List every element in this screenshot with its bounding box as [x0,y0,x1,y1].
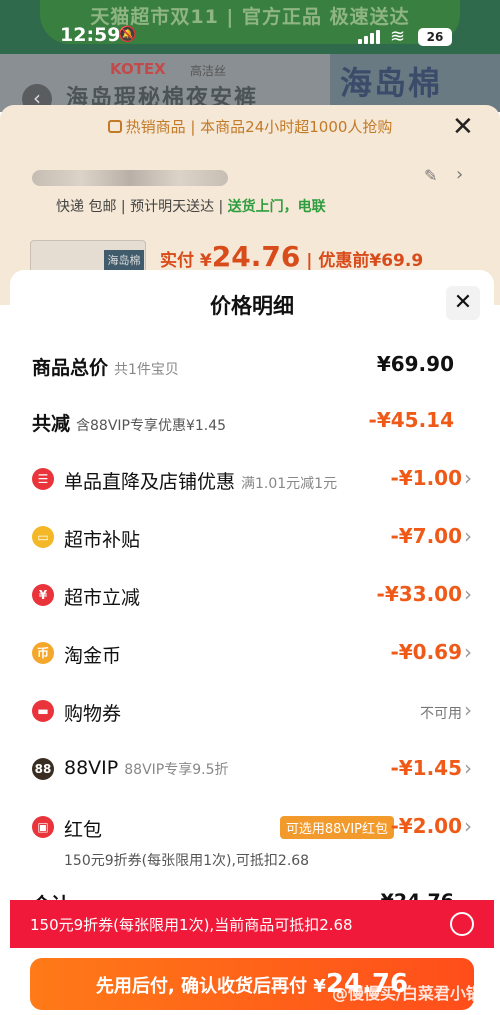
chevron-right-icon[interactable]: › [464,524,472,548]
taojinbi-icon: 币 [32,642,54,664]
direct-discount-icon: ☰ [32,468,54,490]
close-icon[interactable]: ✕ [446,286,480,320]
discount-label: 超市立减 [64,587,141,609]
brand-name: 高洁丝 [190,64,227,78]
total-price-label: 商品总价 共1件宝贝 [32,357,179,379]
thumbnail-label: 海岛棉 [104,250,144,272]
bag-icon [107,120,122,133]
close-icon[interactable]: ✕ [452,112,474,142]
hot-sale-banner: 热销商品 | 本商品24小时超1000人抢购 [0,116,500,144]
redpack-icon: ▣ [32,816,54,838]
chevron-right-icon[interactable]: › [464,756,472,780]
brand-logo: KOTEX [110,60,166,78]
pay-button-label: 先用后付, 确认收货后再付 ¥ [95,976,326,997]
total-reduce-label: 共减 含88VIP专享优惠¥1.45 [32,413,227,435]
discount-sub: 满1.01元减1元 [241,476,338,492]
chevron-right-icon[interactable]: › [464,640,472,664]
row-direct-discount[interactable]: ☰ 单品直降及店铺优惠 满1.01元减1元 -¥1.00 › [10,462,494,498]
total-price-amount: ¥69.90 [376,352,454,376]
discount-label: 淘金币 [64,645,122,667]
chevron-right-icon[interactable]: › [464,466,472,490]
discount-label: 单品直降及店铺优惠 满1.01元减1元 [64,471,338,493]
coupon-promo-bar[interactable]: 150元9折券(每张限用1次),当前商品可抵扣2.68 [10,900,494,948]
discount-amount: -¥1.45 [390,756,462,780]
chevron-right-icon[interactable]: › [464,582,472,606]
sheet-title: 价格明细 [210,294,294,318]
row-total-reduce: 共减 含88VIP专享优惠¥1.45 -¥45.14 [10,404,494,440]
coupon-radio[interactable] [450,912,474,936]
row-taojinbi[interactable]: 币淘金币 -¥0.69 › [10,636,494,672]
discount-label: 购物券 [64,703,122,725]
row-88vip[interactable]: 88 88VIP 88VIP专享9.5折 -¥1.45 › [10,752,494,788]
row-redpack[interactable]: ▣ 红包 可选用88VIP红包 -¥2.00 › [10,810,494,846]
redpack-note: 150元9折券(每张限用1次),可抵扣2.68 [64,853,310,869]
total-reduce-amount: -¥45.14 [368,408,454,432]
status-bar: 12:59 🔕 ≋ 26 [0,0,500,50]
edit-icon[interactable]: ✎ [424,166,437,185]
supermarket-reduce-icon: ¥ [32,584,54,606]
88vip-icon: 88 [32,758,54,780]
product-side-label: 海岛棉 [330,54,500,112]
vip-redpack-tag[interactable]: 可选用88VIP红包 [279,816,394,839]
discount-amount: 不可用 [420,706,462,722]
discount-amount: -¥7.00 [390,524,462,548]
discount-amount: -¥33.00 [376,582,462,606]
chevron-right-icon[interactable]: › [464,814,472,838]
coupon-promo-text: 150元9折券(每张限用1次),当前商品可抵扣2.68 [30,916,353,934]
discount-amount: -¥1.00 [390,466,462,490]
supermarket-subsidy-icon: ▭ [32,526,54,548]
shopping-coupon-icon: ▬ [32,700,54,722]
silent-bell-icon: 🔕 [118,25,137,43]
address-blurred[interactable] [32,170,228,186]
chevron-right-icon[interactable]: › [464,698,472,722]
row-supermarket-reduce[interactable]: ¥ 超市立减 -¥33.00 › [10,578,494,614]
hot-sale-text: 热销商品 | 本商品24小时超1000人抢购 [125,118,393,136]
discount-label: 超市补贴 [64,529,141,551]
chevron-right-icon[interactable]: › [456,164,463,185]
row-total-price: 商品总价 共1件宝贝 ¥69.90 [10,348,494,384]
paid-price-value: 24.76 [211,240,301,273]
discount-label: 88VIP 88VIP专享9.5折 [64,757,229,779]
paid-price: 实付 ¥24.76 | 优惠前¥69.9 [160,240,423,273]
battery-icon: 26 [418,28,452,46]
wifi-icon: ≋ [390,26,406,47]
shipping-text: 快递 包邮 | 预计明天送达 | [56,199,228,215]
discount-amount: -¥0.69 [390,640,462,664]
row-shopping-coupon[interactable]: ▬ 购物券 不可用 › [10,694,494,730]
paid-price-prefix: 实付 ¥ [160,251,212,271]
discount-label: 红包 [64,819,103,841]
watermark: @慢慢买/白菜君小锅 [332,984,482,1003]
discount-amount: -¥2.00 [390,814,462,838]
delivery-option: 送货上门，电联 [227,199,326,215]
shipping-info: 快递 包邮 | 预计明天送达 | 送货上门，电联 [56,196,326,216]
row-supermarket-subsidy[interactable]: ▭ 超市补贴 -¥7.00 › [10,520,494,556]
price-before: | 优惠前¥69.9 [300,251,424,271]
discount-sub: 88VIP专享9.5折 [124,762,229,778]
status-time: 12:59 [60,24,121,46]
signal-icon [358,30,380,44]
